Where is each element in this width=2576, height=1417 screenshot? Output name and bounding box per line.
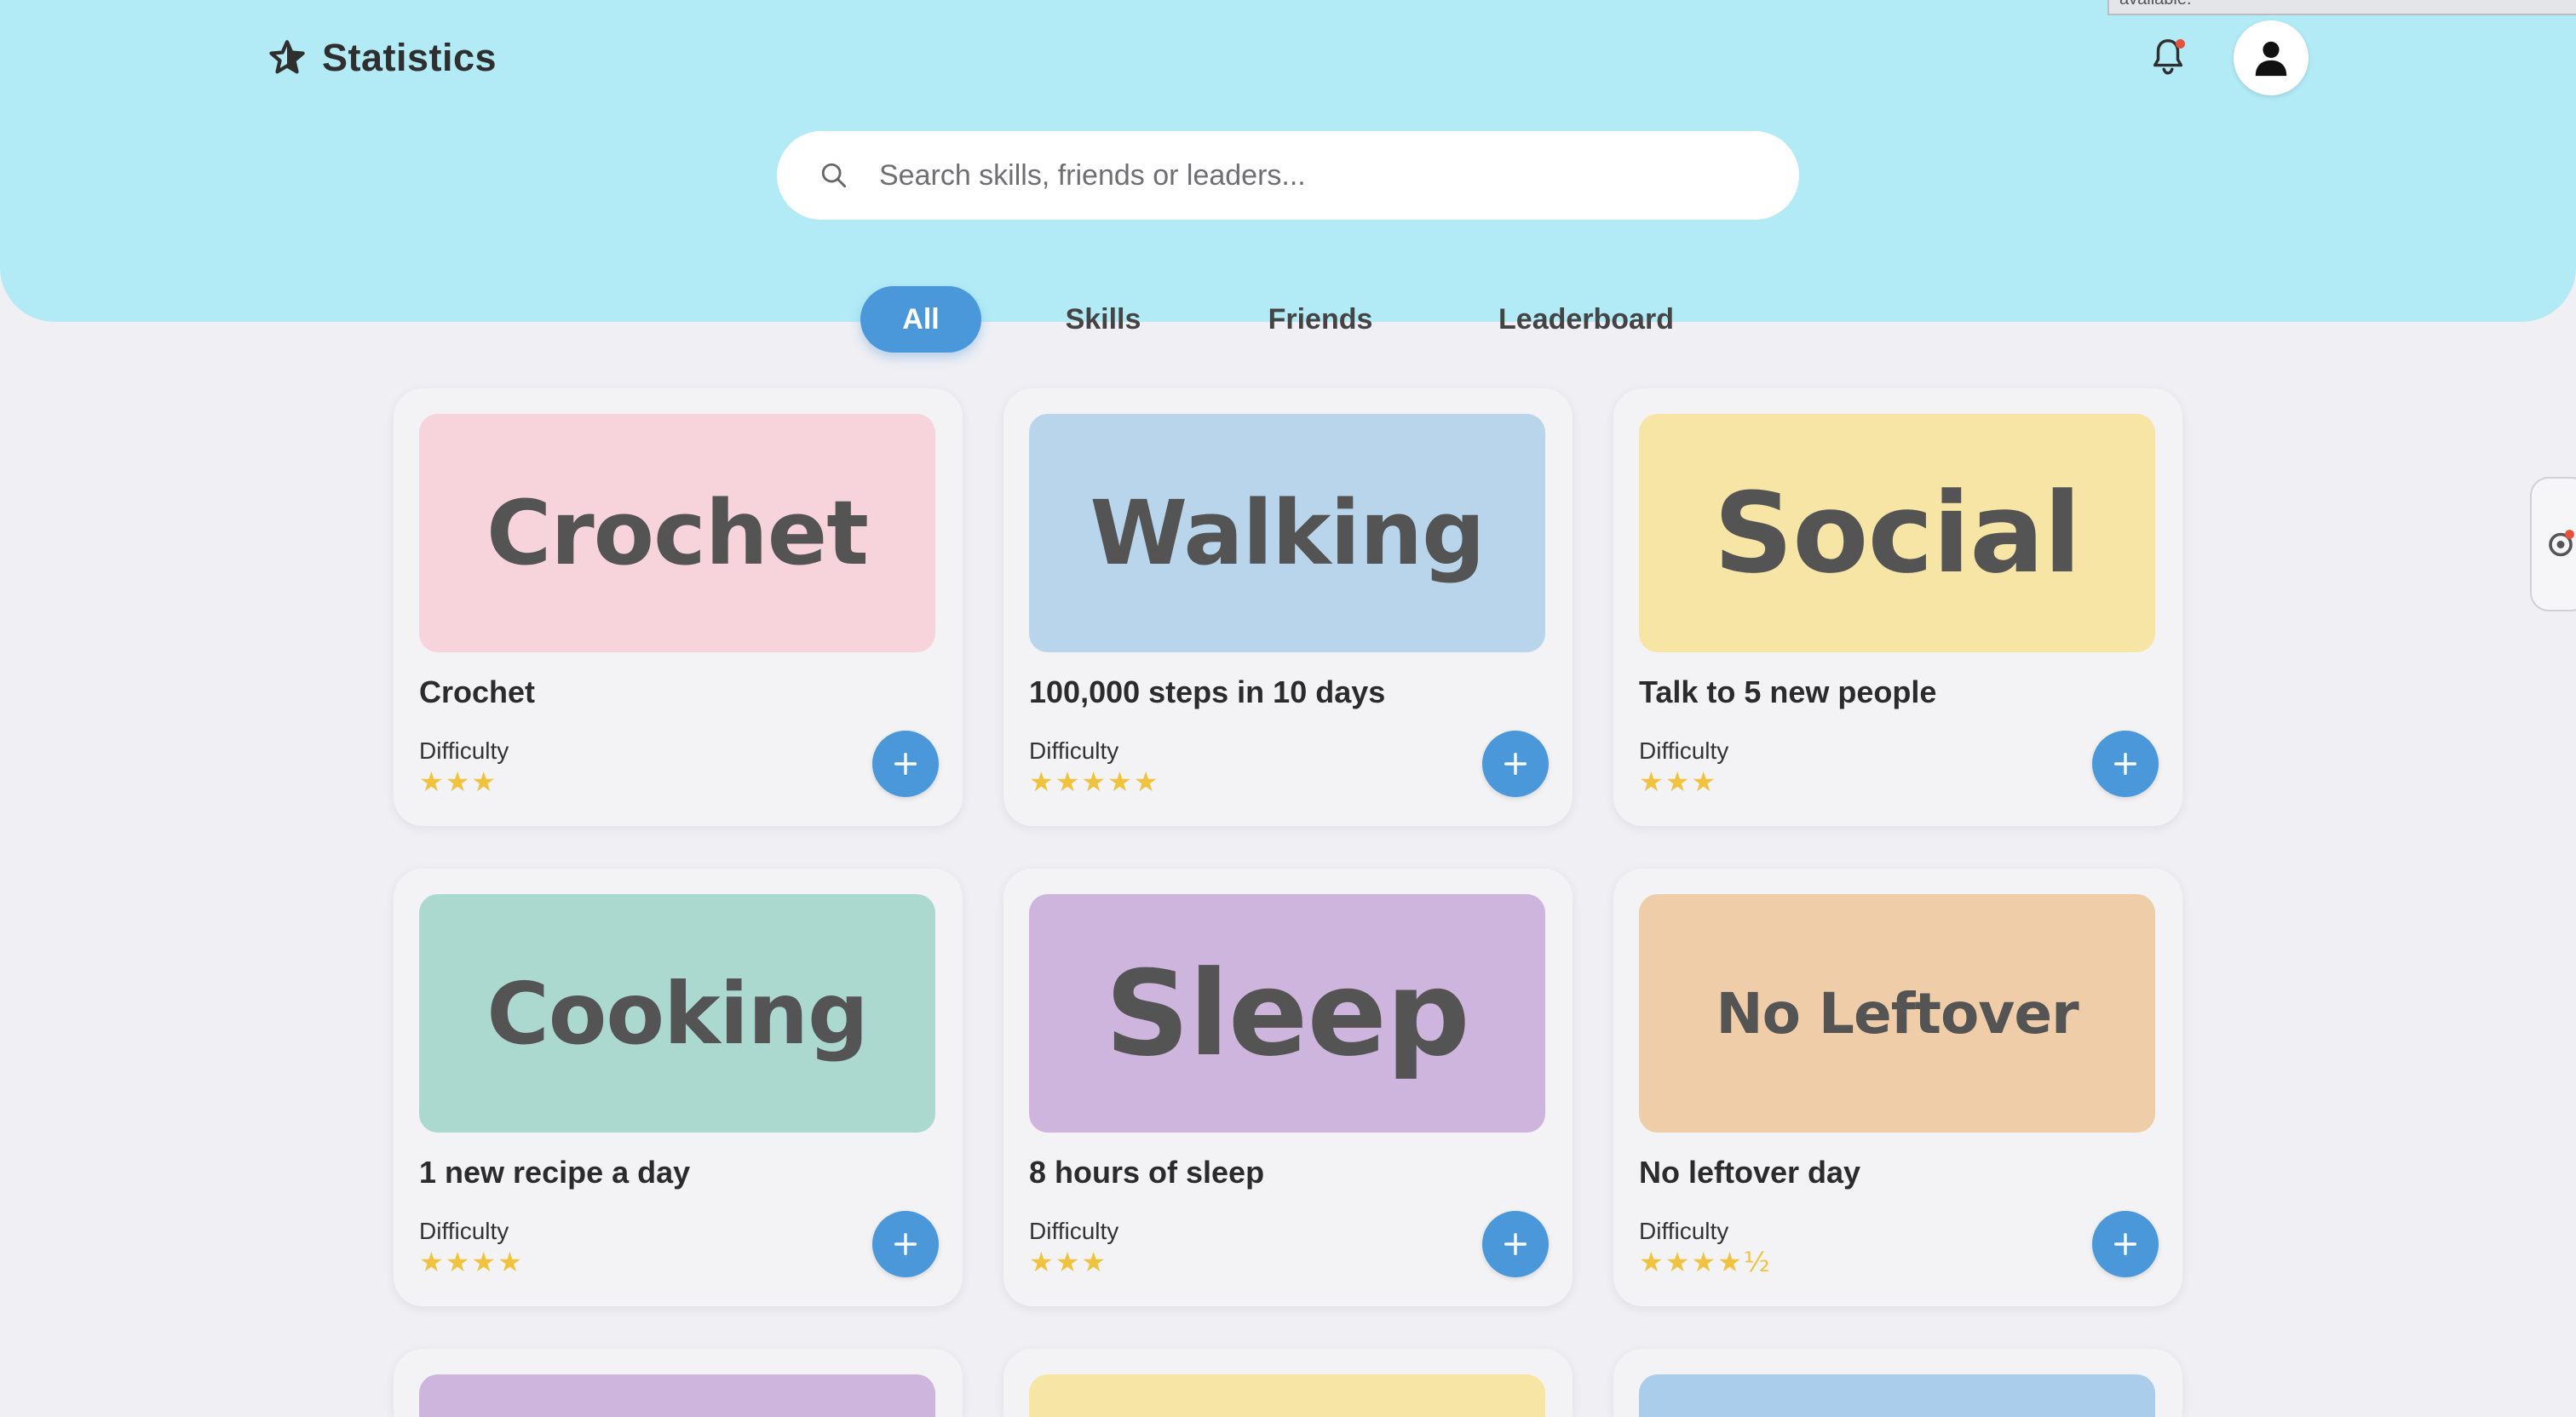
add-skill-button[interactable] — [1482, 1211, 1549, 1277]
plus-icon — [891, 749, 920, 778]
card-banner — [1029, 1374, 1545, 1417]
plus-icon — [2111, 749, 2140, 778]
card-banner — [419, 1374, 935, 1417]
skill-card[interactable]: Cooking 1 new recipe a day Difficulty ★★… — [394, 869, 963, 1306]
difficulty-stars: ★★★ — [1639, 766, 1718, 798]
skill-card-partial[interactable] — [394, 1349, 963, 1417]
skill-card[interactable]: Crochet Crochet Difficulty ★★★ — [394, 388, 963, 826]
card-banner — [1639, 1374, 2155, 1417]
card-banner: Walking — [1029, 414, 1545, 652]
difficulty-label: Difficulty — [1029, 737, 1119, 764]
difficulty-label: Difficulty — [1639, 737, 1729, 764]
extension-icon — [2549, 530, 2574, 557]
skill-card-partial[interactable] — [1003, 1349, 1573, 1417]
card-title: 8 hours of sleep — [1029, 1155, 1265, 1190]
difficulty-stars: ★★★ — [1029, 1246, 1108, 1278]
difficulty-label: Difficulty — [419, 1218, 509, 1244]
add-skill-button[interactable] — [2092, 731, 2159, 797]
difficulty-stars: ★★★ — [419, 766, 498, 798]
side-extension-widget[interactable] — [2530, 477, 2576, 611]
add-skill-button[interactable] — [872, 731, 939, 797]
card-title: No leftover day — [1639, 1155, 1861, 1190]
difficulty-label: Difficulty — [1639, 1218, 1729, 1244]
add-skill-button[interactable] — [872, 1211, 939, 1277]
skill-card[interactable]: Social Talk to 5 new people Difficulty ★… — [1613, 388, 2182, 826]
difficulty-stars: ★★★★★ — [1029, 766, 1160, 798]
card-title: Talk to 5 new people — [1639, 674, 1937, 709]
skill-card[interactable]: No Leftover No leftover day Difficulty ★… — [1613, 869, 2182, 1306]
plus-icon — [1501, 749, 1530, 778]
card-banner: Cooking — [419, 894, 935, 1133]
skill-card[interactable]: Sleep 8 hours of sleep Difficulty ★★★ — [1003, 869, 1573, 1306]
plus-icon — [1501, 1230, 1530, 1259]
add-skill-button[interactable] — [2092, 1211, 2159, 1277]
plus-icon — [2111, 1230, 2140, 1259]
difficulty-label: Difficulty — [419, 737, 509, 764]
card-banner: Crochet — [419, 414, 935, 652]
card-title: 1 new recipe a day — [419, 1155, 691, 1190]
difficulty-stars: ★★★★½ — [1639, 1246, 1772, 1278]
card-title: Crochet — [419, 674, 536, 709]
difficulty-label: Difficulty — [1029, 1218, 1119, 1244]
add-skill-button[interactable] — [1482, 731, 1549, 797]
card-banner: No Leftover — [1639, 894, 2155, 1133]
card-title: 100,000 steps in 10 days — [1029, 674, 1386, 709]
difficulty-stars: ★★★★ — [419, 1246, 524, 1278]
card-banner: Social — [1639, 414, 2155, 652]
plus-icon — [891, 1230, 920, 1259]
skill-card-partial[interactable] — [1613, 1349, 2182, 1417]
skills-grid: Crochet Crochet Difficulty ★★★ Walking 1… — [0, 0, 2576, 1417]
card-banner: Sleep — [1029, 894, 1545, 1133]
skill-card[interactable]: Walking 100,000 steps in 10 days Difficu… — [1003, 388, 1573, 826]
